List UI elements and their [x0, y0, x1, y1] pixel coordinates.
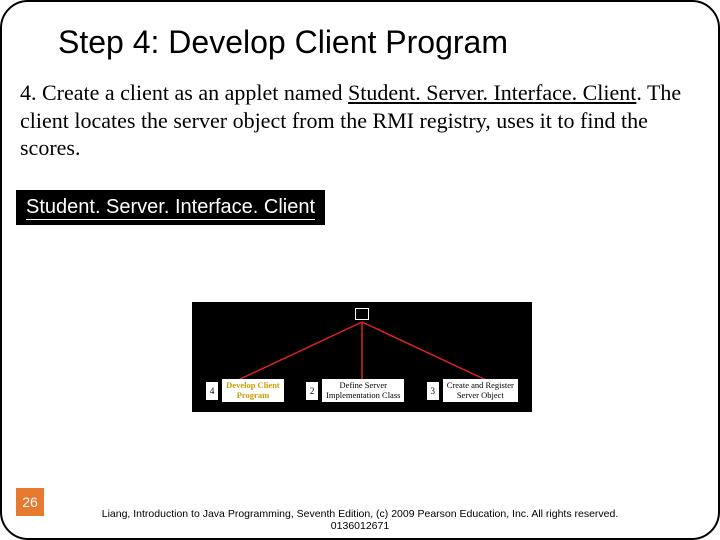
slide-frame: Step 4: Develop Client Program 4. Create… [0, 0, 720, 540]
diagram-item: 4 Develop Client Program [206, 379, 284, 402]
copyright-footer: Liang, Introduction to Java Programming,… [2, 508, 718, 532]
applet-name-underlined: Student. Server. Interface. Client [348, 80, 636, 105]
diagram-items-row: 4 Develop Client Program 2 Define Server… [192, 379, 532, 402]
diagram-step-label: Create and Register Server Object [443, 379, 518, 402]
diagram-step-label: Develop Client Program [222, 379, 284, 402]
diagram-item: 2 Define Server Implementation Class [306, 379, 404, 402]
body-lead: 4. Create a client as an applet named [20, 80, 348, 105]
body-paragraph: 4. Create a client as an applet named St… [2, 71, 718, 162]
diagram-item: 3 Create and Register Server Object [427, 379, 518, 402]
slide-title: Step 4: Develop Client Program [2, 2, 718, 71]
diagram-step-label: Define Server Implementation Class [322, 379, 404, 402]
class-name-text: Student. Server. Interface. Client [26, 196, 315, 220]
diagram-step-number: 2 [306, 382, 318, 400]
class-name-label: Student. Server. Interface. Client [16, 190, 325, 225]
diagram-step-number: 3 [427, 382, 439, 400]
diagram-step-number: 4 [206, 382, 218, 400]
rmi-steps-diagram: 4 Develop Client Program 2 Define Server… [192, 302, 532, 412]
